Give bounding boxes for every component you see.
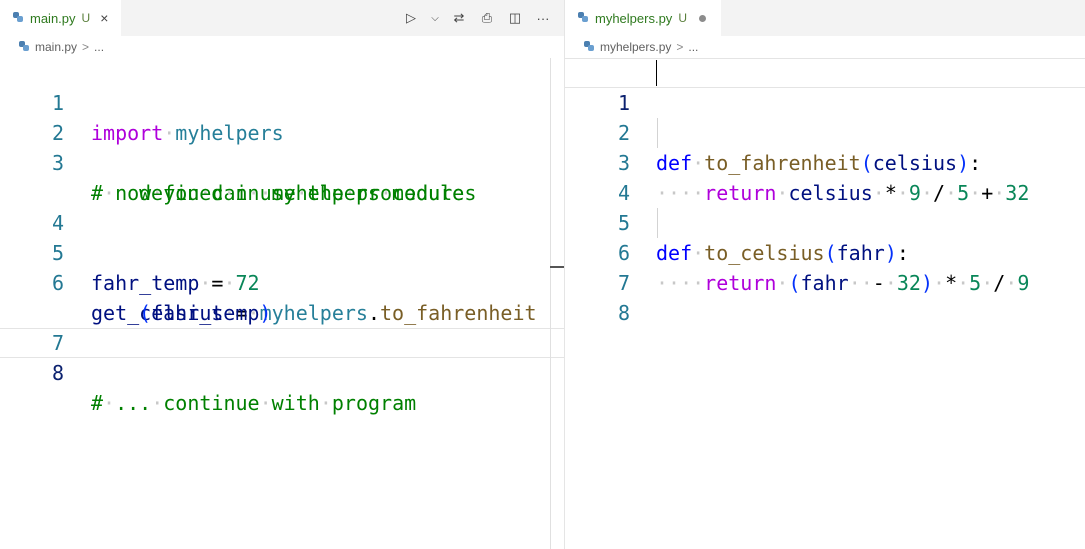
code-line: 2 <box>0 88 564 145</box>
indent-guide <box>657 118 658 148</box>
compare-changes-icon[interactable]: ⇄ <box>450 9 468 27</box>
code-line: 3 #·now·you·can·use·the·procedures <box>0 118 564 205</box>
split-editor-icon[interactable]: ◫ <box>506 9 524 27</box>
more-actions-icon[interactable]: ··· <box>534 9 552 27</box>
tab-myhelpers-py[interactable]: myhelpers.py U <box>565 0 721 36</box>
python-file-icon <box>12 11 24 26</box>
breadcrumb: myhelpers.py > ... <box>565 36 1085 58</box>
line-number: 8 <box>617 301 630 325</box>
code-line: 3 ····return·celsius·*·9·/·5·+·32 <box>565 118 1085 205</box>
unsaved-dot-icon[interactable] <box>698 14 706 22</box>
code-line: 5 def·to_celsius(fahr): <box>565 178 1085 265</box>
indent-guide <box>657 208 658 238</box>
python-file-icon <box>577 11 589 26</box>
code-line: 6 ····return·(fahr··-·32)·*·5·/·9 <box>565 208 1085 295</box>
scrollbar-left[interactable] <box>550 58 551 549</box>
code-line: 4 <box>565 148 1085 205</box>
code-line: 8 <box>565 268 1085 325</box>
tab-filename: main.py <box>30 10 76 26</box>
tab-main-py[interactable]: main.py U × <box>0 0 121 36</box>
code-line: 8 #·...·continue·with·program <box>0 328 564 415</box>
code-line: 4 <box>0 178 564 235</box>
editor-actions: ▷ ⌵ ⇄ ⎙ ◫ ··· <box>402 0 552 36</box>
editor-group-left: main.py U × ▷ ⌵ ⇄ ⎙ ◫ ··· main.py > ... … <box>0 0 564 549</box>
code-line: 1 import·myhelpers <box>0 58 564 145</box>
breadcrumb: main.py > ... <box>0 36 564 58</box>
breadcrumb-separator: > <box>676 40 684 54</box>
comment-text: #·...·continue·with·program <box>91 391 417 415</box>
tab-filename: myhelpers.py <box>595 10 673 26</box>
code-line: 6 get_celsius·=·myhelpers.to_fahrenheit <box>0 238 564 325</box>
code-line: 7 <box>0 298 564 355</box>
tab-untracked-badge: U <box>678 11 687 25</box>
breadcrumb-separator: > <box>82 40 90 54</box>
line-number-active: 8 <box>51 361 64 385</box>
breadcrumb-more[interactable]: ... <box>94 40 104 54</box>
code-line: 5 fahr_temp·=·72 <box>0 208 564 295</box>
code-line-wrapped: (fahr_temp) <box>0 268 564 325</box>
code-line: 2 def·to_fahrenheit(celsius): <box>565 88 1085 175</box>
code-line: 1 <box>565 58 1085 115</box>
tab-bar-right: myhelpers.py U <box>565 0 1085 36</box>
python-file-icon <box>583 40 595 55</box>
close-icon[interactable]: × <box>100 10 108 26</box>
run-icon[interactable]: ▷ <box>402 9 420 27</box>
code-line-wrapped: defined·in·myhelpers·module <box>0 148 564 205</box>
breadcrumb-file[interactable]: main.py <box>35 40 77 54</box>
chevron-down-icon[interactable]: ⌵ <box>430 9 440 27</box>
text-cursor <box>656 60 657 86</box>
tab-bar-left: main.py U × ▷ ⌵ ⇄ ⎙ ◫ ··· <box>0 0 564 36</box>
breadcrumb-more[interactable]: ... <box>688 40 698 54</box>
print-icon[interactable]: ⎙ <box>478 9 496 27</box>
overview-ruler-cursor <box>550 266 564 268</box>
editor-group-right: myhelpers.py U myhelpers.py > ... 1 2 de… <box>565 0 1085 549</box>
code-editor-main[interactable]: 1 import·myhelpers 2 3 #·now·you·can·use… <box>0 58 564 549</box>
breadcrumb-file[interactable]: myhelpers.py <box>600 40 671 54</box>
code-editor-myhelpers[interactable]: 1 2 def·to_fahrenheit(celsius): 3 ····re… <box>565 58 1085 549</box>
code-line: 7 <box>565 238 1085 295</box>
python-file-icon <box>18 40 30 55</box>
tab-untracked-badge: U <box>81 11 91 25</box>
